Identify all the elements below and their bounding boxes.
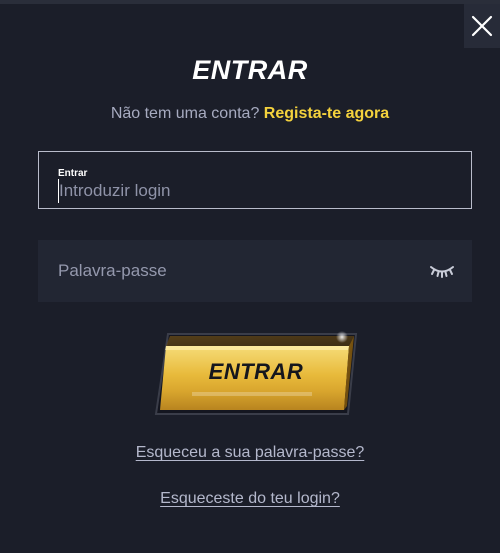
password-field[interactable]: [38, 240, 472, 302]
close-icon: [471, 15, 493, 37]
forgot-login-row: Esqueceste do teu login?: [0, 490, 500, 508]
submit-button-label: ENTRAR: [208, 359, 304, 384]
close-button[interactable]: [464, 4, 500, 48]
signup-link[interactable]: Regista-te agora: [264, 105, 389, 122]
password-input[interactable]: [58, 259, 398, 283]
page-title: ENTRAR: [192, 55, 308, 85]
login-field-label: Entrar: [58, 168, 88, 179]
signup-prompt-text: Não tem uma conta?: [110, 105, 260, 122]
top-divider: [0, 0, 500, 4]
submit-button[interactable]: ENTRAR: [152, 330, 360, 418]
forgot-password-link[interactable]: Esqueceu a sua palavra-passe?: [136, 444, 365, 461]
login-input[interactable]: [58, 179, 449, 203]
forgot-login-link[interactable]: Esqueceste do teu login?: [160, 490, 340, 507]
eye-closed-icon[interactable]: [428, 260, 456, 282]
login-modal: ENTRAR Não tem uma conta? Regista-te ago…: [0, 0, 500, 553]
forgot-password-row: Esqueceu a sua palavra-passe?: [0, 444, 500, 462]
signup-prompt-line: Não tem uma conta? Regista-te agora: [0, 105, 500, 123]
login-field[interactable]: Entrar: [38, 151, 472, 209]
